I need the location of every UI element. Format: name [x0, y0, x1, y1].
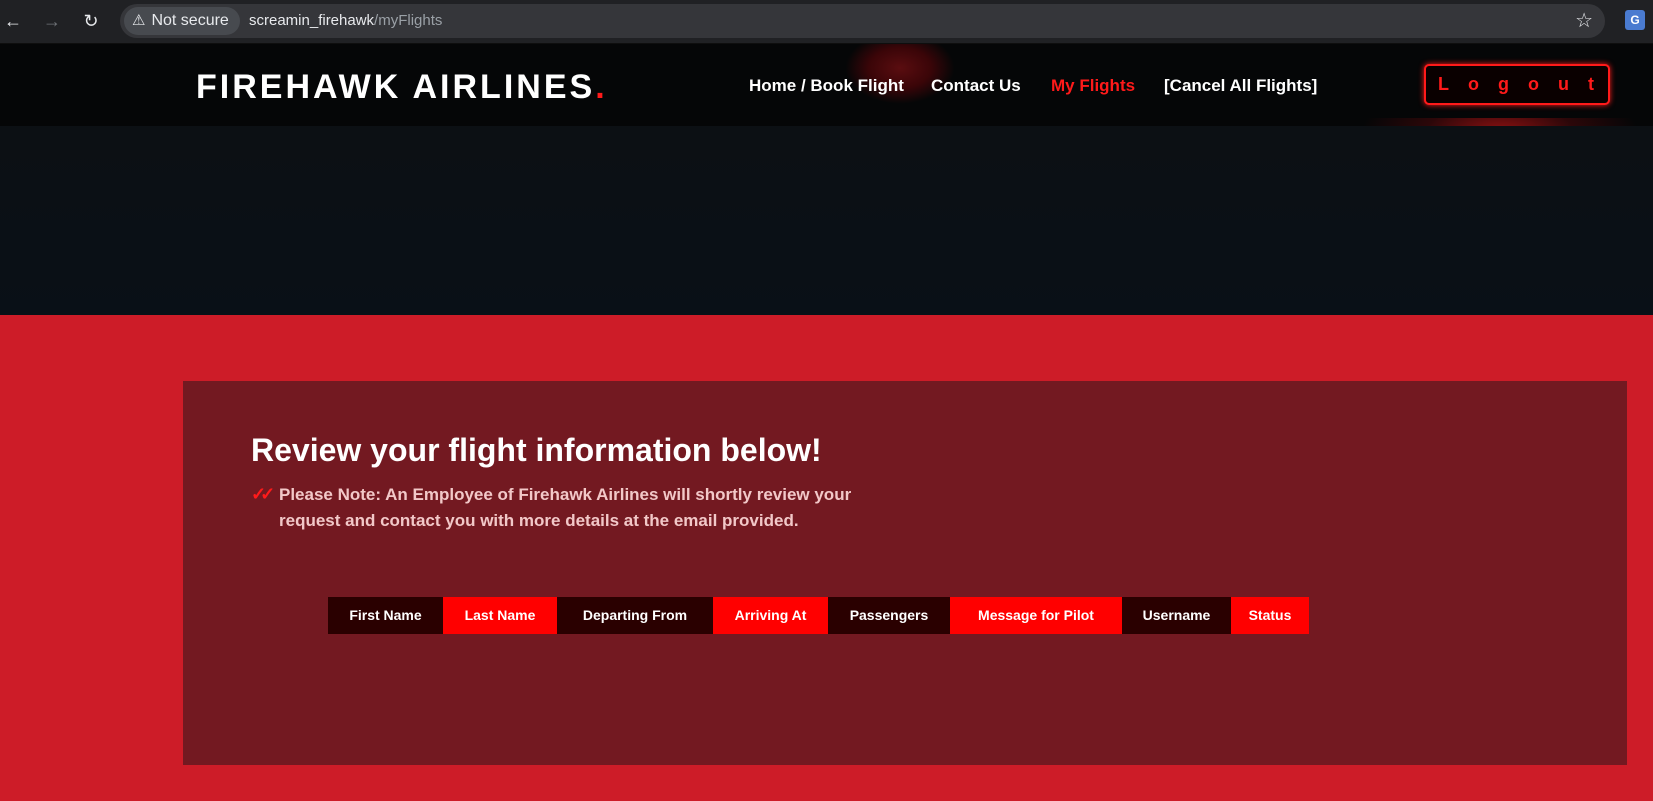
column-header-arriving-at: Arriving At — [713, 597, 828, 634]
address-bar[interactable]: ⚠ Not secure screamin_firehawk/myFlights… — [120, 4, 1605, 38]
brand-logo[interactable]: FIREHAWK AIRLINES. — [196, 68, 608, 107]
logout-button[interactable]: Logout — [1424, 64, 1610, 105]
column-header-message-for-pilot: Message for Pilot — [950, 597, 1122, 634]
security-chip[interactable]: ⚠ Not secure — [124, 7, 240, 35]
warning-icon: ⚠ — [132, 12, 146, 29]
column-header-last-name: Last Name — [443, 597, 557, 634]
column-header-departing-from: Departing From — [557, 597, 713, 634]
brand-name: FIREHAWK AIRLINES — [196, 68, 596, 106]
hero-banner — [0, 126, 1653, 315]
nav-home-book-flight[interactable]: Home / Book Flight — [749, 76, 904, 96]
nav-my-flights[interactable]: My Flights — [1051, 76, 1135, 96]
reload-icon[interactable]: ↻ — [79, 9, 103, 33]
column-header-username: Username — [1122, 597, 1231, 634]
column-header-first-name: First Name — [328, 597, 443, 634]
nav-contact-us[interactable]: Contact Us — [931, 76, 1021, 96]
url-host: screamin_firehawk — [249, 12, 375, 29]
forward-arrow-icon[interactable]: → — [40, 9, 64, 33]
url-text[interactable]: screamin_firehawk/myFlights — [249, 4, 442, 38]
brand-dot: . — [595, 68, 608, 106]
security-label: Not secure — [151, 12, 229, 29]
translate-extension-icon[interactable]: G — [1625, 10, 1645, 30]
column-header-status: Status — [1231, 597, 1309, 634]
browser-toolbar: ← → ↻ ⚠ Not secure screamin_firehawk/myF… — [0, 0, 1653, 44]
nav-cancel-all-flights[interactable]: [Cancel All Flights] — [1164, 76, 1317, 96]
bookmark-star-icon[interactable]: ☆ — [1575, 9, 1593, 33]
url-path: /myFlights — [374, 12, 443, 29]
double-check-icon: ✓✓ — [251, 484, 275, 504]
page-title: Review your flight information below! — [251, 432, 822, 468]
column-header-passengers: Passengers — [828, 597, 950, 634]
flights-table-header: First Name Last Name Departing From Arri… — [328, 597, 1309, 634]
back-arrow-icon[interactable]: ← — [1, 9, 25, 33]
review-note: Please Note: An Employee of Firehawk Air… — [279, 485, 852, 530]
